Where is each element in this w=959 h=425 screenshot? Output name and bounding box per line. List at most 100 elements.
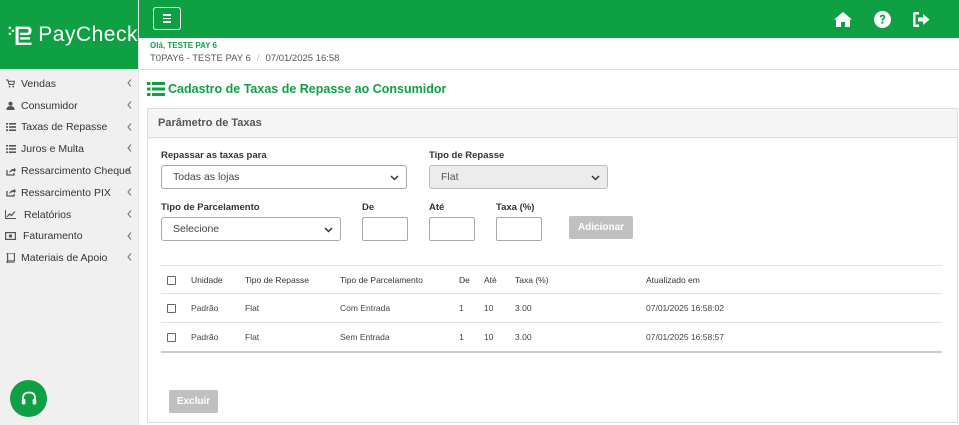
chevron-down-icon bbox=[591, 173, 600, 185]
support-chat-button[interactable] bbox=[10, 380, 47, 417]
column-header[interactable]: Tipo de Repasse bbox=[245, 265, 340, 294]
chevron-left-icon bbox=[127, 252, 132, 264]
paycheck-logo-icon bbox=[8, 26, 32, 45]
sidebar-item-relatorios[interactable]: Relatórios bbox=[0, 204, 138, 226]
money-icon bbox=[5, 232, 16, 241]
logo[interactable]: PayCheck bbox=[0, 0, 138, 69]
table-cell: 1 bbox=[459, 293, 484, 323]
sidebar-menu: Vendas Consumidor Taxas de Repasse Juros… bbox=[0, 69, 138, 269]
row-checkbox[interactable] bbox=[167, 304, 176, 314]
datetime: 07/01/2025 16:58 bbox=[265, 53, 340, 64]
add-button[interactable]: Adicionar bbox=[569, 216, 633, 239]
table-cell: Sem Entrada bbox=[340, 322, 459, 353]
list-icon bbox=[147, 82, 165, 96]
row-checkbox[interactable] bbox=[167, 332, 176, 342]
greeting: Olá, TESTE PAY 6 bbox=[150, 41, 217, 50]
panel-title: Parâmetro de Taxas bbox=[148, 109, 957, 138]
column-header[interactable]: Unidade bbox=[191, 265, 245, 294]
top-bar bbox=[139, 0, 959, 38]
page-header: Cadastro de Taxas de Repasse ao Consumid… bbox=[147, 82, 446, 96]
chevron-left-icon bbox=[127, 165, 132, 177]
sidebar: PayCheck Vendas Consumidor Taxas de Repa… bbox=[0, 0, 139, 425]
external-link-icon bbox=[5, 188, 16, 198]
sidebar-item-juros-e-multa[interactable]: Juros e Multa bbox=[0, 138, 138, 160]
de-label: De bbox=[362, 202, 375, 213]
column-header[interactable]: De bbox=[459, 265, 484, 294]
chevron-left-icon bbox=[127, 78, 132, 90]
sidebar-item-vendas[interactable]: Vendas bbox=[0, 73, 138, 95]
tipo-repasse-label: Tipo de Repasse bbox=[429, 150, 505, 161]
table-cell: 3.00 bbox=[515, 293, 646, 323]
user-bar: Olá, TESTE PAY 6 T0PAY6 - TESTE PAY 6 / 07… bbox=[139, 38, 959, 70]
select-all-checkbox[interactable] bbox=[167, 275, 176, 285]
rates-table: Unidade Tipo de Repasse Tipo de Parcelam… bbox=[161, 265, 942, 353]
table-cell: Flat bbox=[245, 322, 340, 353]
home-icon[interactable] bbox=[833, 9, 853, 29]
menu-toggle-button[interactable] bbox=[153, 7, 181, 30]
column-header[interactable]: Tipo de Parcelamento bbox=[340, 265, 459, 294]
sidebar-item-label: Juros e Multa bbox=[21, 143, 85, 156]
chevron-down-icon bbox=[324, 225, 333, 237]
table-cell: Padrão bbox=[191, 322, 245, 353]
top-icons bbox=[833, 9, 931, 29]
external-link-icon bbox=[5, 167, 16, 176]
tipo-parcelamento-select[interactable]: Selecione bbox=[161, 217, 341, 241]
table-header-row: Unidade Tipo de Repasse Tipo de Parcelam… bbox=[161, 265, 942, 294]
hamburger-line bbox=[163, 17, 171, 20]
sidebar-item-ressarcimento-pix[interactable]: Ressarcimento PIX bbox=[0, 182, 138, 204]
sidebar-item-materiais-de-apoio[interactable]: Materiais de Apoio bbox=[0, 247, 138, 269]
tipo-repasse-select[interactable]: Flat bbox=[429, 165, 608, 189]
logo-text: PayCheck bbox=[38, 22, 138, 46]
list-icon bbox=[5, 145, 16, 154]
sidebar-item-label: Materiais de Apoio bbox=[21, 252, 108, 265]
sidebar-item-label: Ressarcimento Cheque bbox=[21, 165, 131, 178]
ate-label: Até bbox=[429, 202, 445, 213]
logout-icon[interactable] bbox=[911, 9, 931, 29]
chevron-left-icon bbox=[127, 187, 132, 199]
repassar-value: Todas as lojas bbox=[173, 171, 240, 183]
taxa-input[interactable] bbox=[496, 217, 542, 241]
sidebar-item-label: Taxas de Repasse bbox=[21, 121, 108, 134]
list-icon bbox=[5, 123, 16, 132]
hamburger-line bbox=[163, 21, 171, 23]
line-chart-icon bbox=[5, 210, 16, 220]
chevron-left-icon bbox=[127, 231, 132, 243]
table-row[interactable]: Padrão Flat Com Entrada 1 10 3.00 07/01/… bbox=[161, 293, 942, 323]
sidebar-item-ressarcimento-cheque[interactable]: Ressarcimento Cheque bbox=[0, 160, 138, 182]
ate-input[interactable] bbox=[429, 217, 475, 241]
page-title: Cadastro de Taxas de Repasse ao Consumid… bbox=[168, 82, 447, 96]
help-icon[interactable] bbox=[872, 9, 892, 29]
table-cell: Padrão bbox=[191, 293, 245, 323]
column-header[interactable]: Atualizado em bbox=[646, 265, 942, 294]
tipo-repasse-value: Flat bbox=[441, 171, 459, 183]
sidebar-item-label: Ressarcimento PIX bbox=[21, 186, 111, 199]
tipo-parcelamento-value: Selecione bbox=[173, 223, 220, 235]
user-icon bbox=[5, 101, 16, 111]
column-header[interactable]: Taxa (%) bbox=[515, 265, 646, 294]
table-cell: 3.00 bbox=[515, 322, 646, 353]
hamburger-line bbox=[163, 14, 171, 16]
repassar-label: Repassar as taxas para bbox=[161, 150, 267, 161]
headset-icon bbox=[21, 391, 36, 404]
chevron-left-icon bbox=[127, 209, 132, 221]
table-cell: Com Entrada bbox=[340, 293, 459, 323]
repassar-select[interactable]: Todas as lojas bbox=[161, 165, 407, 189]
table-row[interactable]: Padrão Flat Sem Entrada 1 10 3.00 07/01/… bbox=[161, 322, 942, 353]
breadcrumb: T0PAY6 - TESTE PAY 6 / 07/01/2025 16:58 bbox=[150, 53, 339, 64]
row-select-cell bbox=[161, 293, 191, 323]
sidebar-item-faturamento[interactable]: Faturamento bbox=[0, 226, 138, 248]
table-cell: 10 bbox=[484, 322, 515, 353]
taxa-label: Taxa (%) bbox=[496, 202, 535, 213]
chevron-down-icon bbox=[390, 173, 399, 185]
cart-icon bbox=[5, 79, 16, 88]
delete-button[interactable]: Excluir bbox=[169, 390, 218, 413]
de-input[interactable] bbox=[362, 217, 408, 241]
sidebar-item-label: Faturamento bbox=[23, 230, 83, 243]
column-header[interactable]: Até bbox=[484, 265, 515, 294]
sidebar-item-taxas-de-repasse[interactable]: Taxas de Repasse bbox=[0, 117, 138, 139]
table-cell: Flat bbox=[245, 293, 340, 323]
table-cell: 07/01/2025 16:58:02 bbox=[646, 293, 942, 323]
sidebar-item-consumidor[interactable]: Consumidor bbox=[0, 95, 138, 117]
table-cell: 07/01/2025 16:58:57 bbox=[646, 322, 942, 353]
breadcrumb-separator: / bbox=[256, 53, 260, 64]
